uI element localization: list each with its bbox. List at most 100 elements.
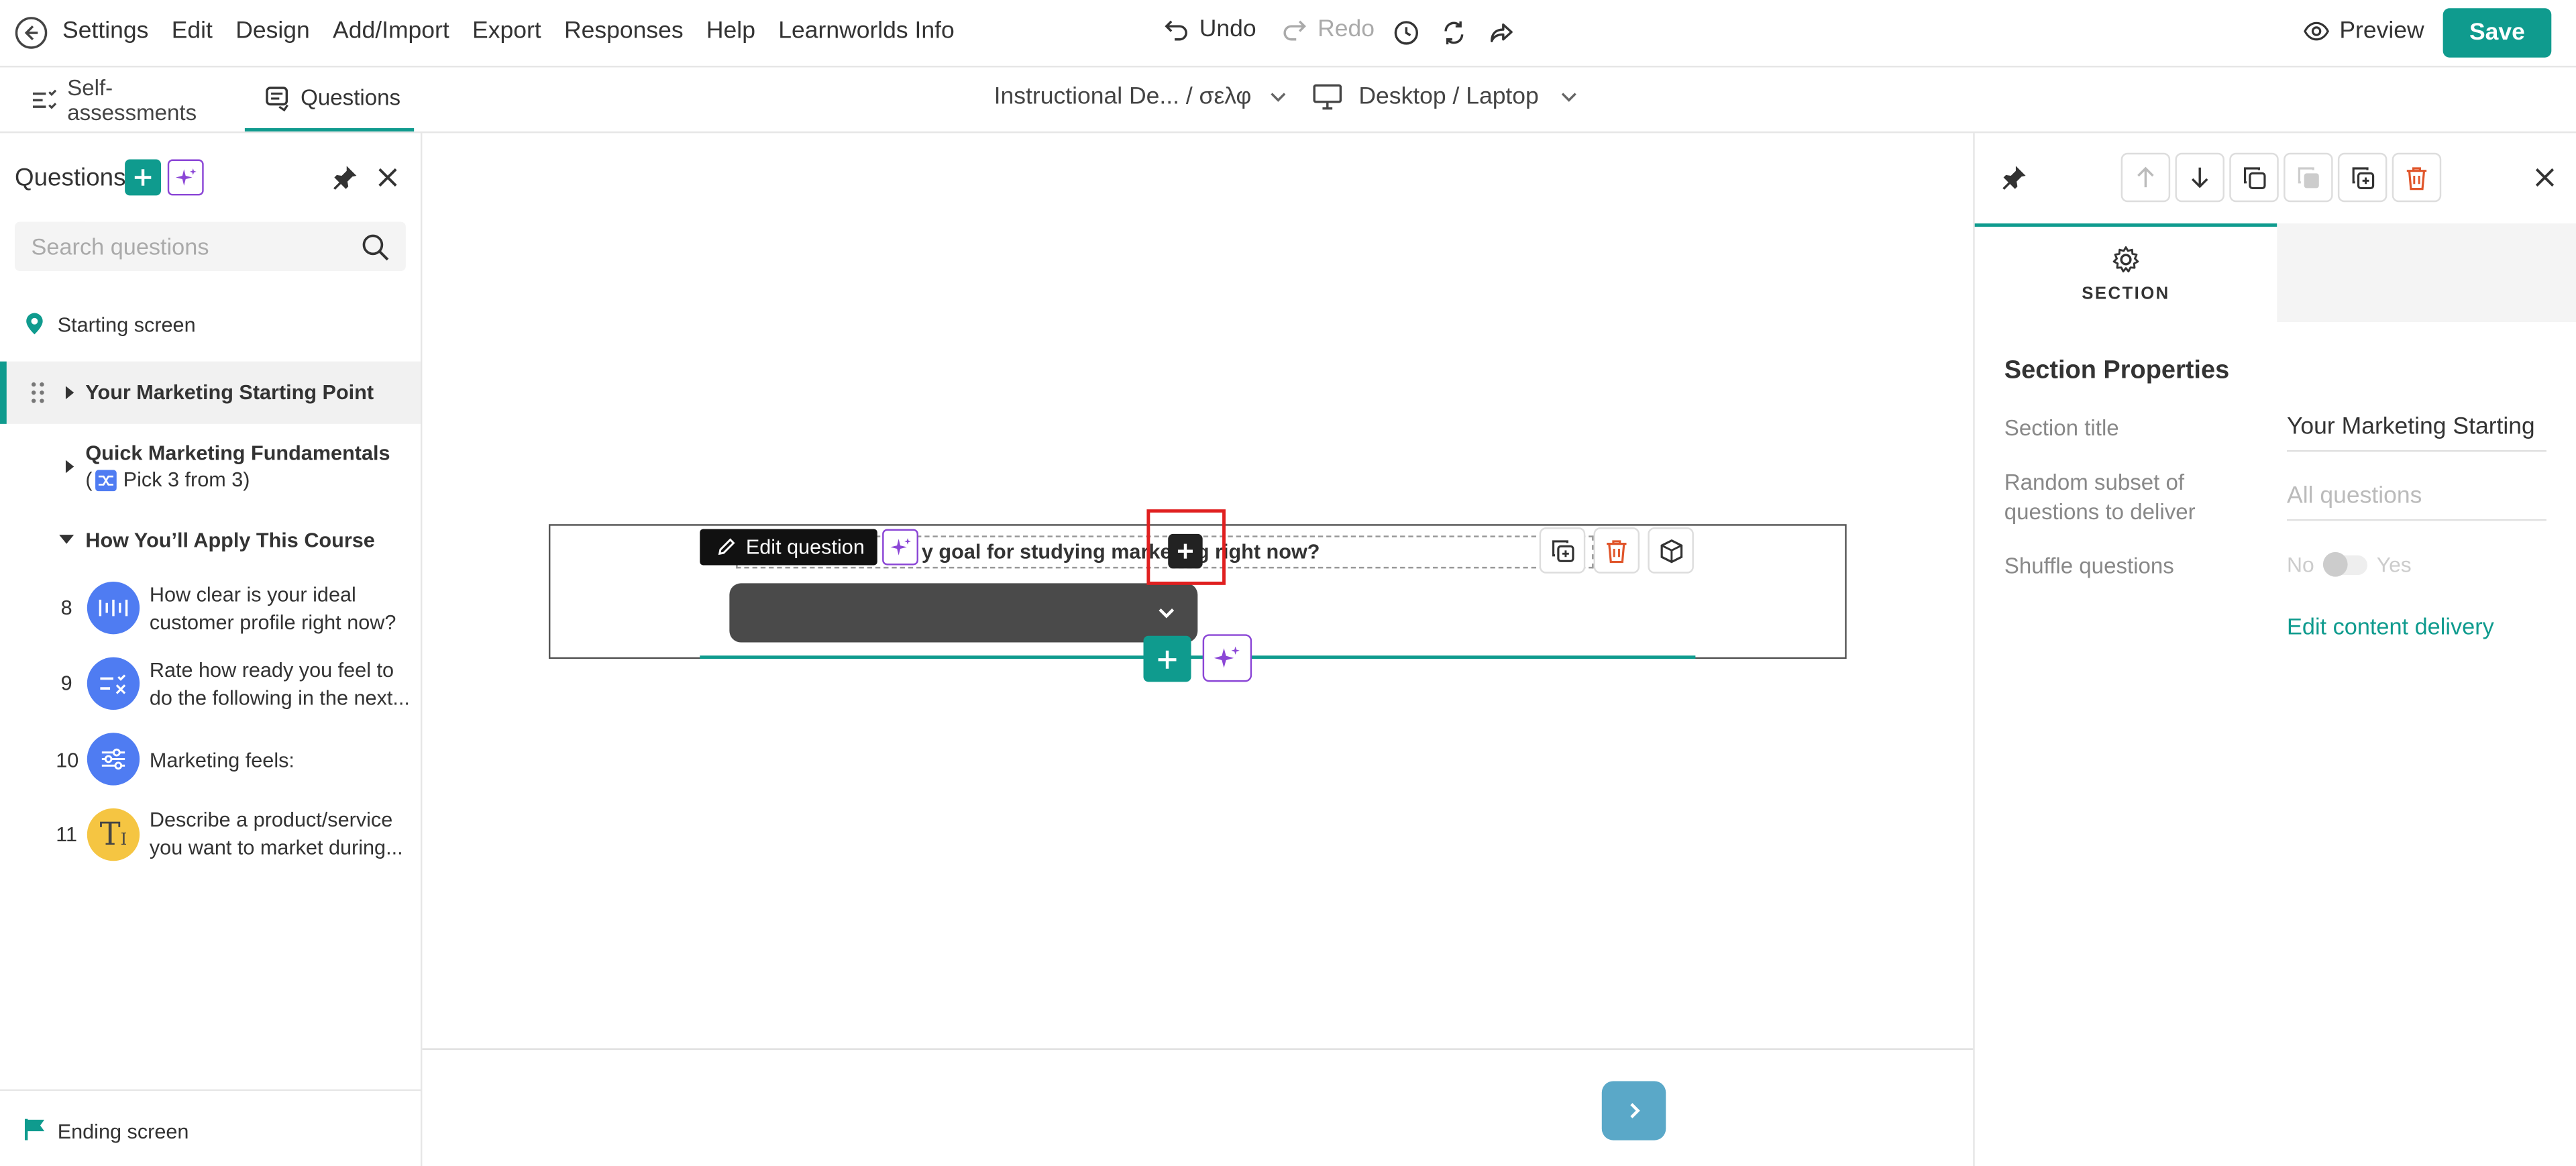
add-question-button[interactable] [125, 159, 162, 196]
shuffle-no-label: No [2287, 551, 2314, 577]
sync-icon[interactable] [1439, 18, 1468, 48]
close-icon[interactable] [2535, 168, 2555, 187]
language-select[interactable]: Instructional De... / σελφ [994, 84, 1288, 110]
question-item[interactable]: 8 How clear is your ideal customer profi… [0, 578, 421, 637]
sparkle-icon [174, 167, 196, 185]
next-button[interactable] [1601, 1081, 1666, 1141]
search-icon[interactable] [362, 233, 390, 262]
question-text: Rate how ready you feel to do the follow… [149, 659, 410, 709]
section-item[interactable]: Your Marketing Starting Point [0, 361, 421, 424]
ai-generate-button[interactable] [167, 159, 204, 196]
questions-sidebar: Questions Starting screen Your Marketing… [0, 133, 423, 1166]
tab-self-assessments[interactable]: Self-assessments [32, 67, 241, 131]
duplicate-section-button[interactable] [2337, 152, 2387, 203]
insert-divider [700, 655, 1696, 659]
tab-section[interactable]: SECTION [1974, 223, 2277, 322]
share-icon[interactable] [1487, 18, 1516, 48]
copy-icon [2243, 166, 2265, 189]
starting-screen-item[interactable]: Starting screen [0, 304, 421, 343]
copy-button[interactable] [2229, 152, 2279, 203]
arrow-up-icon [2137, 166, 2154, 188]
question-text: Describe a product/service you want to m… [149, 808, 403, 859]
section-subtitle: Pick 3 from 3) [123, 468, 250, 492]
tab-section-label: SECTION [2082, 284, 2170, 305]
plus-icon [134, 169, 152, 186]
section-title: How You’ll Apply This Course [85, 529, 375, 552]
paste-button[interactable] [2284, 152, 2333, 203]
caret-right-icon[interactable] [62, 460, 76, 474]
pin-icon[interactable] [2001, 164, 2027, 191]
device-select[interactable]: Desktop / Laptop [1313, 84, 1578, 110]
section-item[interactable]: Quick Marketing Fundamentals ( Pick 3 fr… [0, 439, 421, 498]
undo-icon [1165, 20, 1187, 41]
menu-add-import[interactable]: Add/Import [333, 18, 449, 44]
edit-question-label: Edit question [745, 535, 865, 559]
menu-learnworlds-info[interactable]: Learnworlds Info [778, 18, 955, 44]
menu-help[interactable]: Help [706, 18, 755, 44]
ending-screen-item[interactable]: Ending screen [0, 1089, 421, 1166]
redo-button[interactable]: Redo [1281, 16, 1375, 43]
shuffle-toggle[interactable]: No Yes [2287, 551, 2412, 577]
move-down-button[interactable] [2175, 152, 2224, 203]
move-up-button[interactable] [2121, 152, 2171, 203]
scale-icon [87, 581, 140, 635]
chevron-down-icon [1560, 93, 1576, 102]
tab-self-assessments-label: Self-assessments [67, 74, 197, 124]
menu-design[interactable]: Design [235, 18, 310, 44]
add-question-below-button[interactable] [1143, 635, 1191, 682]
question-item[interactable]: 10 Marketing feels: [0, 731, 421, 787]
menu-settings[interactable]: Settings [62, 18, 148, 44]
save-to-library-button[interactable] [1648, 527, 1694, 574]
edit-question-button[interactable]: Edit question [700, 529, 877, 566]
question-item[interactable]: 11 TI Describe a product/service you wan… [0, 805, 421, 864]
duplicate-question-button[interactable] [1539, 527, 1586, 574]
search-input[interactable] [15, 221, 406, 272]
ai-assist-button[interactable] [882, 529, 918, 566]
gear-icon [2112, 246, 2139, 273]
random-subset-field[interactable]: All questions [2287, 483, 2422, 509]
redo-icon [1283, 20, 1306, 41]
undo-button[interactable]: Undo [1163, 16, 1256, 43]
preview-button[interactable]: Preview [2303, 18, 2424, 44]
rating-list-icon [87, 657, 140, 710]
device-select-value: Desktop / Laptop [1358, 83, 1539, 111]
trash-icon [1607, 539, 1627, 562]
caret-down-icon[interactable] [59, 532, 74, 545]
edit-content-delivery-link[interactable]: Edit content delivery [2287, 613, 2494, 639]
question-item[interactable]: 9 Rate how ready you feel to do the foll… [0, 654, 421, 713]
dropdown-answer-field[interactable] [729, 583, 1198, 643]
history-icon[interactable] [1391, 18, 1421, 48]
arrow-down-icon [2191, 167, 2208, 189]
undo-label: Undo [1199, 16, 1256, 43]
menu-responses[interactable]: Responses [564, 18, 684, 44]
delete-question-button[interactable] [1593, 527, 1640, 574]
text-icon: TI [87, 808, 140, 861]
section-title-field[interactable]: Your Marketing Starting Point [2287, 414, 2533, 440]
pin-icon[interactable] [332, 164, 358, 191]
save-button[interactable]: Save [2443, 8, 2552, 58]
ai-add-below-button[interactable] [1202, 634, 1252, 682]
app-root: Settings Edit Design Add/Import Export R… [0, 0, 2576, 1166]
trash-icon [2406, 166, 2427, 190]
tab-questions[interactable]: Questions [244, 67, 415, 131]
question-text: How clear is your ideal customer profile… [149, 583, 396, 634]
field-underline [2287, 450, 2546, 452]
sliders-icon [87, 733, 140, 786]
drag-handle-icon[interactable] [30, 381, 46, 404]
eye-icon [2304, 21, 2330, 41]
menu-export[interactable]: Export [472, 18, 541, 44]
menu-edit[interactable]: Edit [172, 18, 213, 44]
question-text: Marketing feels: [149, 749, 294, 773]
starting-screen-label: Starting screen [57, 313, 196, 337]
paste-icon [2297, 166, 2318, 188]
sparkle-icon [1214, 645, 1240, 668]
editor-canvas[interactable]: y goal for studying marketing right now?… [422, 133, 1974, 1166]
back-arrow-icon[interactable] [15, 16, 48, 49]
box-icon [1660, 538, 1682, 563]
chevron-right-icon [1629, 1103, 1640, 1118]
caret-right-icon[interactable] [62, 386, 76, 400]
highlight-box [1146, 509, 1226, 585]
close-icon[interactable] [378, 168, 397, 187]
section-item[interactable]: How You’ll Apply This Course [0, 523, 421, 555]
delete-section-button[interactable] [2392, 152, 2442, 203]
